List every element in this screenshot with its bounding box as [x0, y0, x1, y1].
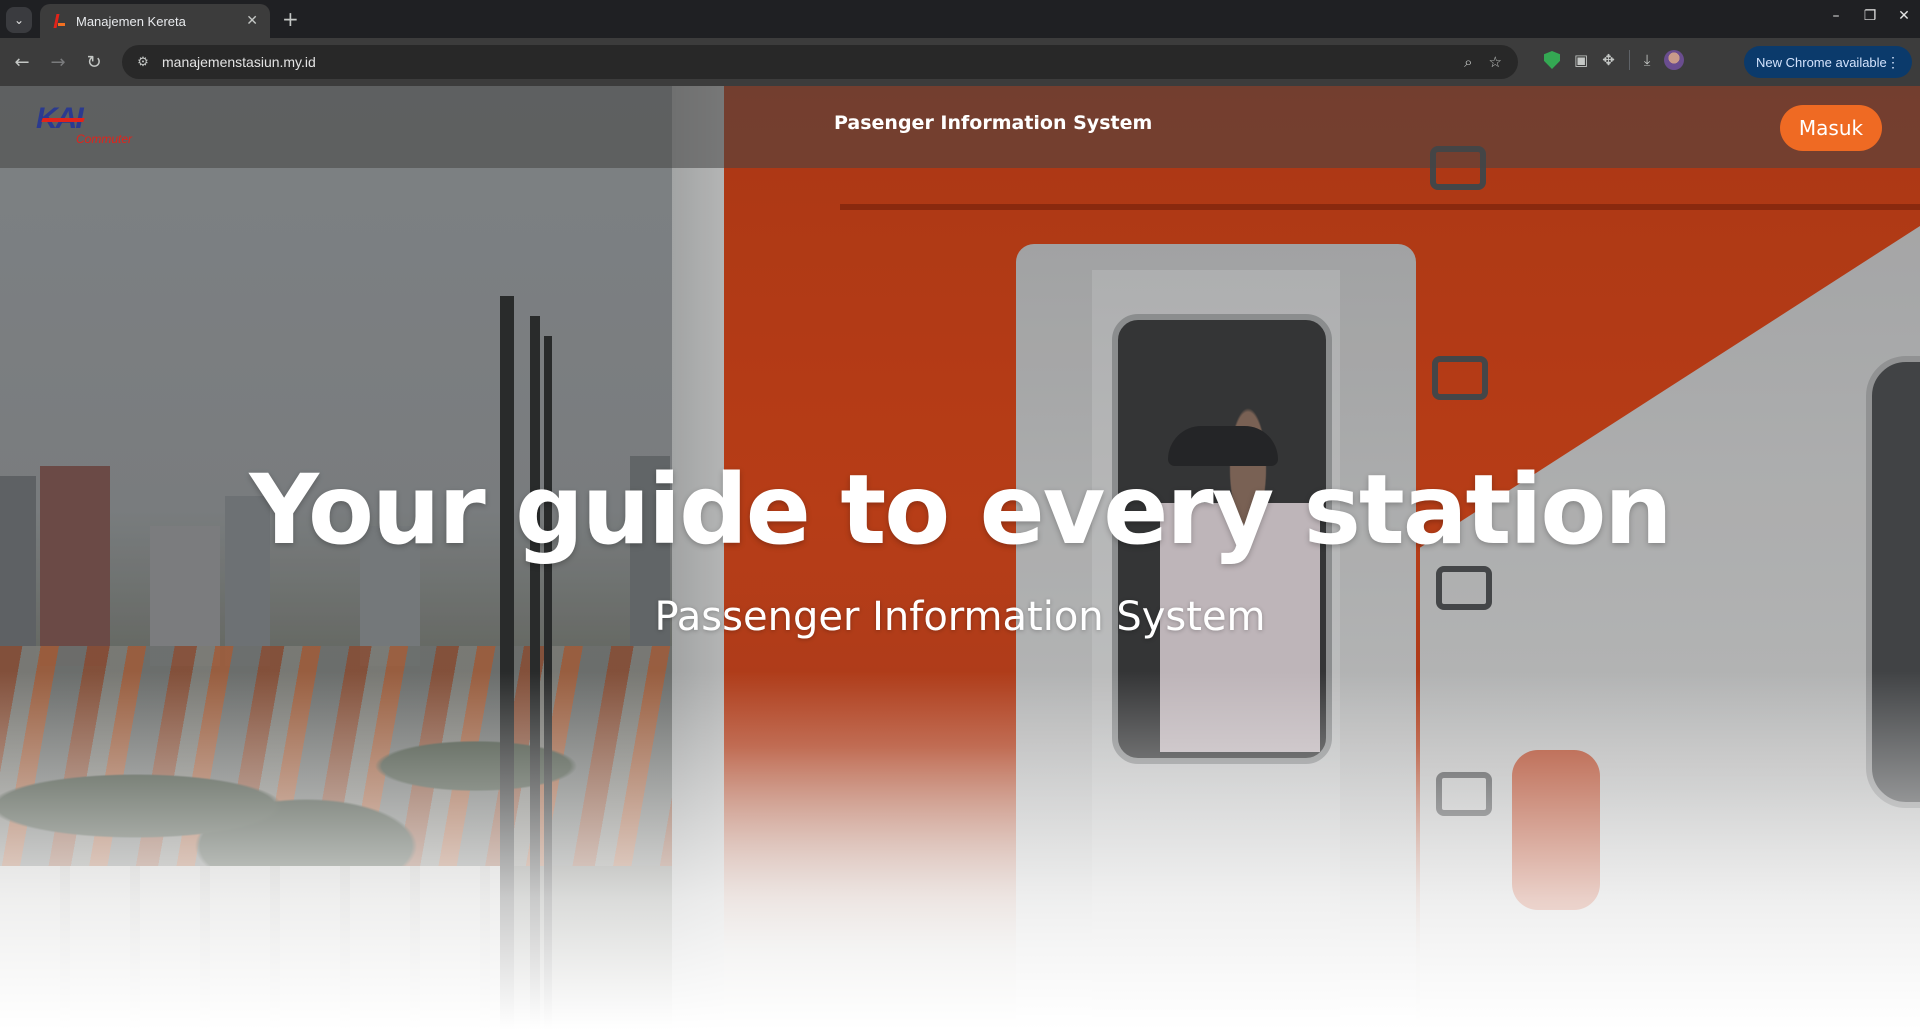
login-button[interactable]: Masuk: [1780, 105, 1882, 151]
reload-icon[interactable]: ↻: [82, 50, 106, 74]
browser-tab[interactable]: Manajemen Kereta ✕: [40, 4, 270, 38]
browser-toolbar: ← → ↻ ⚙ manajemenstasiun.my.id ⌕ ☆ ▣ ✥ ⤓…: [0, 38, 1920, 86]
forward-icon[interactable]: →: [46, 50, 70, 74]
extensions-puzzle-icon[interactable]: ✥: [1602, 51, 1615, 69]
url-text[interactable]: manajemenstasiun.my.id: [162, 54, 1464, 70]
bookmark-star-icon[interactable]: ☆: [1489, 53, 1502, 71]
page-viewport: KAI Commuter Pasenger Information System…: [0, 86, 1920, 1030]
logo-kai: KAI: [36, 102, 84, 135]
tab-search-icon[interactable]: ⌄: [6, 7, 32, 33]
chrome-update-button[interactable]: New Chrome available ⋮: [1744, 46, 1912, 78]
zoom-icon[interactable]: ⌕: [1464, 53, 1472, 71]
download-icon[interactable]: ⤓: [1644, 51, 1651, 69]
new-tab-button[interactable]: +: [282, 8, 299, 30]
browser-tab-bar: ⌄ Manajemen Kereta ✕ + – ❐ ✕: [0, 0, 1920, 38]
site-navbar: KAI Commuter Pasenger Information System…: [0, 86, 1920, 168]
site-info-icon[interactable]: ⚙: [134, 53, 152, 71]
window-controls: – ❐ ✕: [1828, 8, 1912, 24]
profile-avatar[interactable]: [1664, 50, 1685, 70]
toolbar-divider: [1628, 50, 1630, 70]
extension-shield-icon[interactable]: [1544, 51, 1560, 69]
favicon-icon: [52, 14, 66, 28]
close-window-icon[interactable]: ✕: [1896, 8, 1912, 24]
extensions-area: ▣ ✥ ⤓: [1544, 50, 1685, 70]
extension-window-icon[interactable]: ▣: [1574, 51, 1588, 69]
hero-title: Your guide to every station: [249, 454, 1672, 566]
kai-commuter-logo[interactable]: KAI Commuter: [36, 102, 156, 150]
chrome-update-label: New Chrome available: [1756, 54, 1887, 70]
hero-subtitle: Passenger Information System: [654, 594, 1266, 640]
tab-close-icon[interactable]: ✕: [246, 13, 258, 29]
restore-icon[interactable]: ❐: [1862, 8, 1878, 24]
back-icon[interactable]: ←: [10, 50, 34, 74]
site-title: Pasenger Information System: [834, 112, 1153, 134]
minimize-icon[interactable]: –: [1828, 8, 1844, 24]
address-bar[interactable]: ⚙ manajemenstasiun.my.id ⌕ ☆: [122, 45, 1518, 79]
menu-dots-icon[interactable]: ⋮: [1886, 54, 1900, 71]
logo-commuter: Commuter: [76, 132, 133, 146]
tab-title: Manajemen Kereta: [76, 13, 186, 29]
